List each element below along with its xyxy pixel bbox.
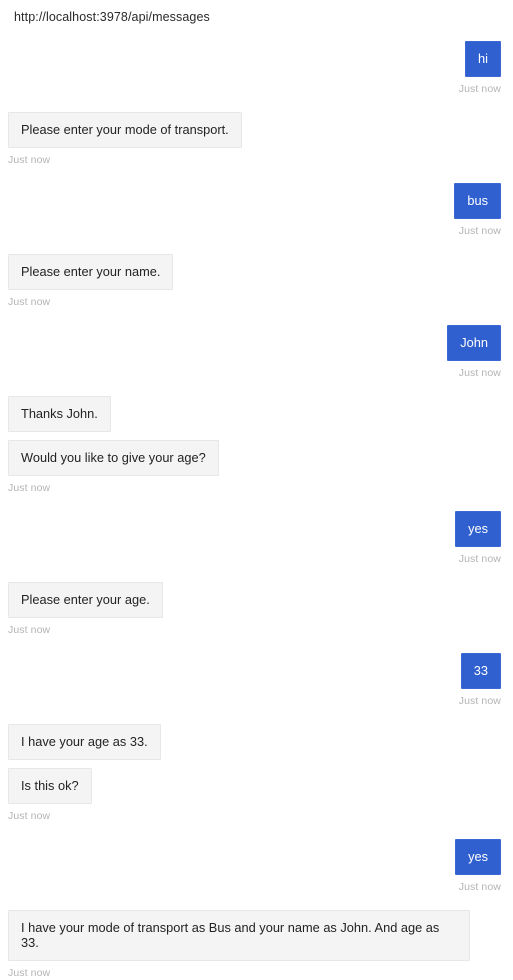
user-message-bubble[interactable]: 33 — [460, 653, 501, 689]
message-timestamp: Just now — [8, 296, 51, 308]
message-timestamp: Just now — [458, 367, 501, 379]
message-timestamp: Just now — [8, 154, 51, 166]
bot-message-bubble[interactable]: I have your mode of transport as Bus and… — [8, 910, 470, 961]
bot-message-bubble[interactable]: Thanks John. — [8, 396, 111, 432]
message-timestamp: Just now — [458, 881, 501, 893]
message-group-user: yes Just now — [0, 511, 507, 566]
user-message-bubble[interactable]: John — [447, 325, 501, 361]
message-group-user: John Just now — [0, 325, 507, 380]
message-group-bot: I have your mode of transport as Bus and… — [0, 910, 507, 980]
bot-message-bubble[interactable]: I have your age as 33. — [8, 724, 161, 760]
message-timestamp: Just now — [458, 225, 501, 237]
message-timestamp: Just now — [458, 553, 501, 565]
bot-message-bubble[interactable]: Please enter your mode of transport. — [8, 112, 242, 148]
bot-message-bubble[interactable]: Please enter your age. — [8, 582, 163, 618]
message-group-user: hi Just now — [0, 41, 507, 96]
bot-message-bubble[interactable]: Is this ok? — [8, 768, 92, 804]
message-group-bot: Please enter your age. Just now — [0, 582, 507, 637]
message-timestamp: Just now — [458, 695, 501, 707]
message-transcript: hi Just now Please enter your mode of tran… — [0, 41, 513, 980]
bot-message-bubble[interactable]: Would you like to give your age? — [8, 440, 219, 476]
user-message-bubble[interactable]: bus — [454, 183, 501, 219]
message-group-bot: Thanks John. Would you like to give your … — [0, 396, 507, 495]
bot-message-bubble[interactable]: Please enter your name. — [8, 254, 174, 290]
user-message-bubble[interactable]: hi — [465, 41, 501, 77]
message-group-user: yes Just now — [0, 839, 507, 894]
message-timestamp: Just now — [8, 810, 51, 822]
message-group-user: 33 Just now — [0, 653, 507, 708]
endpoint-url: http://localhost:3978/api/messages — [14, 10, 210, 24]
message-group-bot: Please enter your mode of transport. Just… — [0, 112, 507, 167]
message-timestamp: Just now — [8, 482, 51, 494]
user-message-bubble[interactable]: yes — [455, 511, 501, 547]
chat-page: http://localhost:3978/api/messages hi Jus… — [0, 0, 513, 979]
message-timestamp: Just now — [8, 967, 51, 979]
message-group-bot: Please enter your name. Just now — [0, 254, 507, 309]
message-timestamp: Just now — [8, 624, 51, 636]
user-message-bubble[interactable]: yes — [455, 839, 501, 875]
message-timestamp: Just now — [458, 83, 501, 95]
message-group-user: bus Just now — [0, 183, 507, 238]
message-group-bot: I have your age as 33. Is this ok? Just no… — [0, 724, 507, 823]
